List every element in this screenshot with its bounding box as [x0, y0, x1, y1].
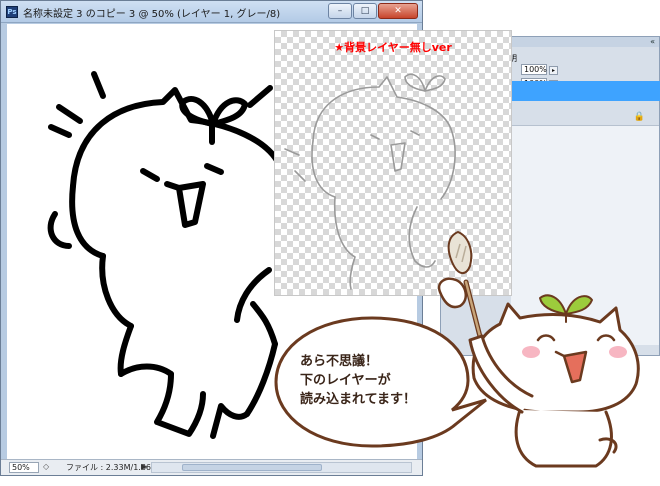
- mascot-illustration: [274, 230, 640, 468]
- speech-bubble-text: あら不思議！ 下のレイヤーが 読み込まれてます！: [300, 352, 450, 409]
- bubble-line-2: 下のレイヤーが: [300, 373, 391, 388]
- bubble-line-1: あら不思議！: [300, 354, 379, 369]
- mascot-cat: [468, 294, 640, 468]
- bubble-line-3: 読み込まれてます！: [300, 392, 416, 407]
